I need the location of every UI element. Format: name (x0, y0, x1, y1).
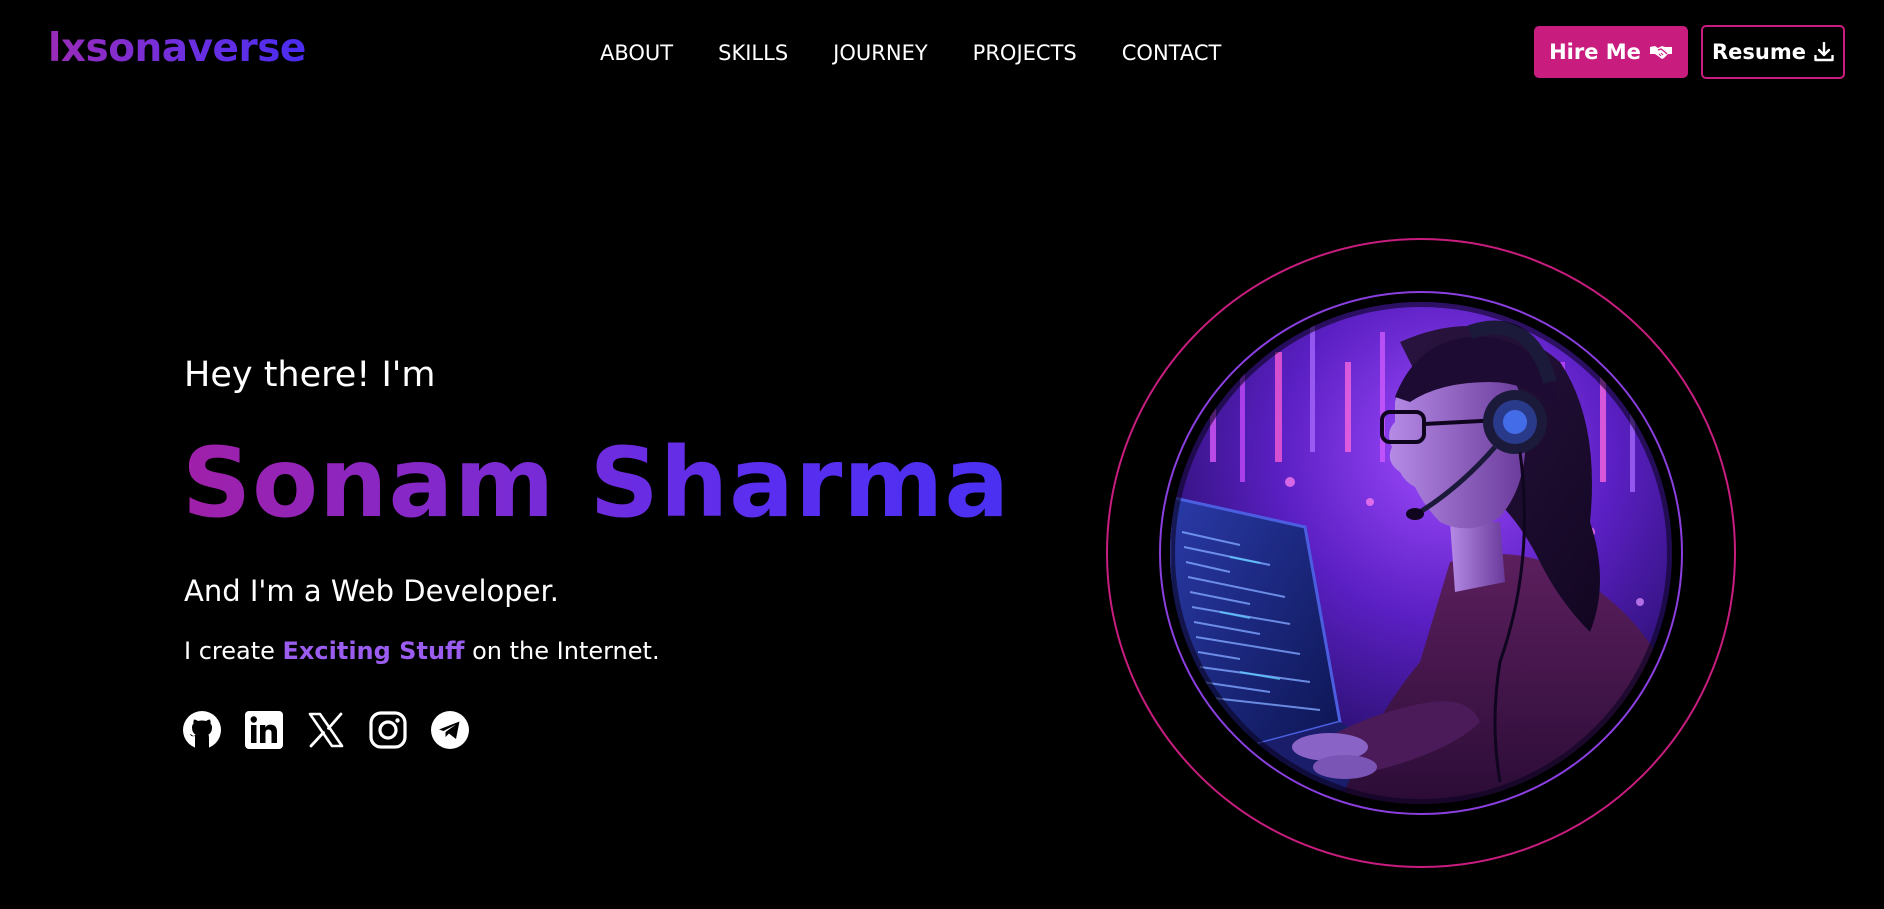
handshake-icon (1649, 43, 1673, 61)
hire-me-label: Hire Me (1549, 40, 1641, 64)
nav-link-projects[interactable]: PROJECTS (973, 39, 1077, 67)
resume-button[interactable]: Resume (1701, 25, 1845, 79)
hero-name: Sonam Sharma (182, 427, 1011, 539)
navbar: lxsonaverse ABOUT SKILLS JOURNEY PROJECT… (0, 0, 1884, 106)
hero-greeting: Hey there! I'm (184, 355, 436, 395)
nav-link-skills[interactable]: SKILLS (718, 39, 788, 67)
nav-link-journey[interactable]: JOURNEY (833, 39, 928, 67)
tagline-highlight: Exciting Stuff (282, 637, 465, 665)
github-icon[interactable] (182, 710, 222, 750)
site-logo[interactable]: lxsonaverse (48, 27, 306, 71)
nav-link-about[interactable]: ABOUT (600, 39, 673, 67)
hero-illustration (1170, 302, 1672, 804)
telegram-icon[interactable] (430, 710, 470, 750)
instagram-icon[interactable] (368, 710, 408, 750)
tagline-prefix: I create (184, 637, 275, 665)
social-links (182, 710, 470, 750)
nav-links: ABOUT SKILLS JOURNEY PROJECTS CONTACT (600, 39, 1266, 67)
portfolio-page: lxsonaverse ABOUT SKILLS JOURNEY PROJECT… (0, 0, 1884, 909)
nav-link-contact[interactable]: CONTACT (1122, 39, 1222, 67)
x-twitter-icon[interactable] (306, 710, 346, 750)
hero-role: And I'm a Web Developer. (184, 574, 559, 608)
linkedin-icon[interactable] (244, 710, 284, 750)
download-icon (1814, 42, 1834, 62)
resume-label: Resume (1712, 40, 1806, 64)
hero-tagline: I create Exciting Stuff on the Internet. (184, 634, 660, 668)
hire-me-button[interactable]: Hire Me (1534, 26, 1688, 78)
tagline-suffix: on the Internet. (472, 637, 660, 665)
